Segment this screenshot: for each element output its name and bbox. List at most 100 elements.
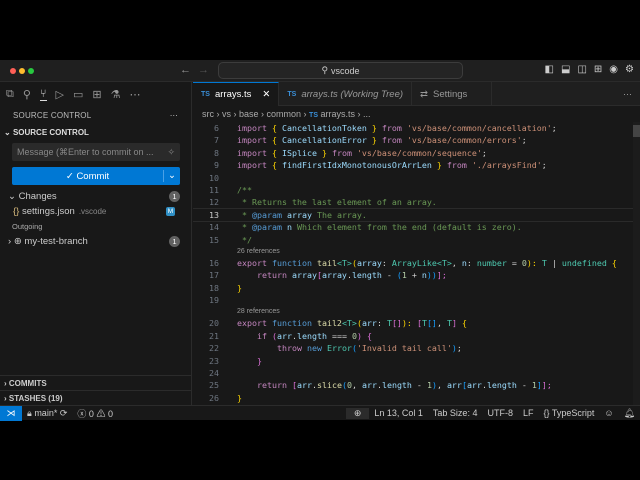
title-bar: ← → ⚲ vscode ◧ ⬓ ◫ ⊞ ◉ ⚙: [0, 60, 640, 82]
language-mode[interactable]: {} TypeScript: [538, 408, 599, 418]
sparkle-icon[interactable]: ✧: [167, 147, 175, 157]
line-code: import { findFirstIdxMonotonousOrArrLen …: [237, 159, 547, 171]
line-ending[interactable]: LF: [518, 408, 539, 418]
account-icon[interactable]: ◉: [609, 64, 618, 75]
bell-icon[interactable]: 🔔︎: [619, 408, 640, 419]
cursor-position[interactable]: Ln 13, Col 1: [369, 408, 428, 418]
more-actions-icon[interactable]: ⋯: [170, 111, 178, 120]
stashes-section[interactable]: › STASHES (19): [0, 390, 192, 405]
code-token: -: [381, 270, 397, 281]
close-icon[interactable]: ✕: [262, 89, 270, 100]
breadcrumb-item[interactable]: src: [202, 109, 214, 119]
command-center-search[interactable]: ⚲ vscode: [218, 62, 463, 79]
line-number: 18: [209, 282, 219, 293]
braces-icon: {}: [543, 408, 550, 418]
commit-message-input[interactable]: Message (⌘Enter to commit on ... ✧: [12, 143, 180, 161]
code-token: array: [291, 270, 317, 281]
search-icon[interactable]: ⚲: [23, 88, 31, 101]
explorer-icon[interactable]: ⧉: [6, 88, 14, 101]
tab-arrays-working-tree[interactable]: TS arrays.ts (Working Tree): [279, 82, 413, 106]
code-token: array: [321, 270, 347, 281]
breadcrumb-item[interactable]: common: [267, 109, 302, 119]
minimize-window-button[interactable]: [19, 68, 25, 74]
code-token: from: [381, 123, 402, 133]
outgoing-branch-item[interactable]: › ⊕ my-test-branch 1: [0, 234, 191, 249]
more-actions-icon[interactable]: ⋯: [492, 82, 640, 105]
line-number: 13: [209, 209, 219, 220]
encoding[interactable]: UTF-8: [482, 408, 518, 418]
commit-dropdown-chevron-icon[interactable]: ⌄: [163, 170, 180, 182]
toggle-panel-icon[interactable]: ⬓: [561, 64, 570, 75]
tab-settings[interactable]: ⇄ Settings: [412, 82, 493, 106]
commits-section[interactable]: › COMMITS: [0, 375, 192, 390]
breadcrumb-item[interactable]: vs: [222, 109, 231, 119]
breadcrumb-item[interactable]: base: [239, 109, 259, 119]
code-token: }: [237, 282, 242, 293]
code-token: import: [237, 147, 267, 158]
code-token: throw: [276, 343, 302, 354]
line-number: 21: [209, 330, 219, 341]
copilot-icon[interactable]: ☺: [599, 408, 618, 418]
commit-button[interactable]: ✓ Commit ⌄: [12, 167, 180, 185]
branch-indicator[interactable]: 🔒︎ main* ⟳: [22, 408, 72, 419]
tab-size[interactable]: Tab Size: 4: [428, 408, 483, 418]
code-token: }: [237, 392, 242, 403]
testing-icon[interactable]: ⚗: [111, 88, 121, 101]
references-codelens[interactable]: 28 references: [193, 306, 633, 317]
line-code: }: [237, 392, 242, 404]
breadcrumb-item[interactable]: ...: [363, 109, 371, 119]
remote-explorer-icon[interactable]: ▭: [73, 88, 83, 101]
lock-icon: 🔒︎: [27, 407, 32, 418]
code-editor[interactable]: 6 import { CancellationToken } from 'vs/b…: [193, 122, 633, 405]
changed-file-item[interactable]: {} settings.json .vscode M: [0, 204, 191, 219]
tab-arrays-ts[interactable]: TS arrays.ts ✕: [193, 82, 280, 106]
search-icon: ⚲: [321, 65, 329, 75]
code-token: @param: [252, 222, 282, 233]
changes-count-badge: 1: [169, 191, 180, 202]
customize-layout-icon[interactable]: ⊞: [594, 64, 602, 75]
code-token: arr: [446, 380, 462, 391]
code-token: 'vs/base/common/errors': [406, 135, 522, 146]
code-token: ):: [401, 318, 412, 329]
code-token: slice: [316, 380, 342, 391]
code-token: number: [476, 257, 507, 268]
breadcrumb-item[interactable]: arrays.ts: [321, 109, 356, 119]
source-control-icon[interactable]: ⑂: [39, 88, 47, 101]
code-token: */: [237, 234, 252, 245]
code-line: 18}: [193, 282, 633, 294]
run-debug-icon[interactable]: ▷: [56, 88, 64, 101]
remote-indicator-icon[interactable]: ⋊: [0, 405, 22, 421]
line-code: import { CancellationError } from 'vs/ba…: [237, 134, 527, 146]
changes-group[interactable]: ⌄ Changes 1: [0, 189, 191, 204]
close-window-button[interactable]: [10, 68, 16, 74]
line-code: import { ISplice } from 'vs/base/common/…: [237, 147, 487, 159]
references-codelens[interactable]: 26 references: [193, 246, 633, 257]
code-line: 13 * @param array The array.: [193, 207, 633, 223]
zoom-icon[interactable]: ⊕: [345, 407, 370, 419]
code-line: 16 export function tail<T>(array: ArrayLi…: [193, 257, 633, 269]
more-icon[interactable]: ⋯: [130, 88, 141, 101]
code-token: array: [356, 257, 382, 268]
code-line: 22 throw new Error('Invalid tail call');: [193, 342, 633, 354]
back-arrow-icon[interactable]: ←: [180, 64, 191, 76]
line-number: 17: [209, 270, 219, 281]
toggle-sidebar-icon[interactable]: ◧: [545, 64, 554, 75]
sync-icon[interactable]: ⟳: [60, 408, 68, 418]
code-token: *: [237, 209, 252, 220]
code-token: ===: [326, 330, 352, 341]
problems-indicator[interactable]: ⓧ 0 ⚠ 0: [72, 407, 118, 420]
line-code: /**: [237, 184, 252, 196]
extensions-icon[interactable]: ⊞: [92, 88, 101, 101]
toggle-secondary-sidebar-icon[interactable]: ◫: [577, 64, 586, 75]
editor-scrollbar[interactable]: [633, 122, 640, 405]
scrollbar-thumb[interactable]: [633, 125, 640, 137]
forward-arrow-icon[interactable]: →: [198, 64, 209, 76]
gear-icon[interactable]: ⚙: [625, 64, 634, 75]
line-code: export function tail<T>(array: ArrayLike…: [237, 257, 617, 269]
code-token: ArrayLike: [391, 257, 437, 268]
code-token: import: [237, 160, 267, 171]
code-token: return: [256, 380, 287, 391]
source-control-section[interactable]: ⌄ SOURCE CONTROL: [0, 125, 191, 140]
code-line: 11 /**: [193, 184, 633, 196]
maximize-window-button[interactable]: [28, 68, 34, 74]
